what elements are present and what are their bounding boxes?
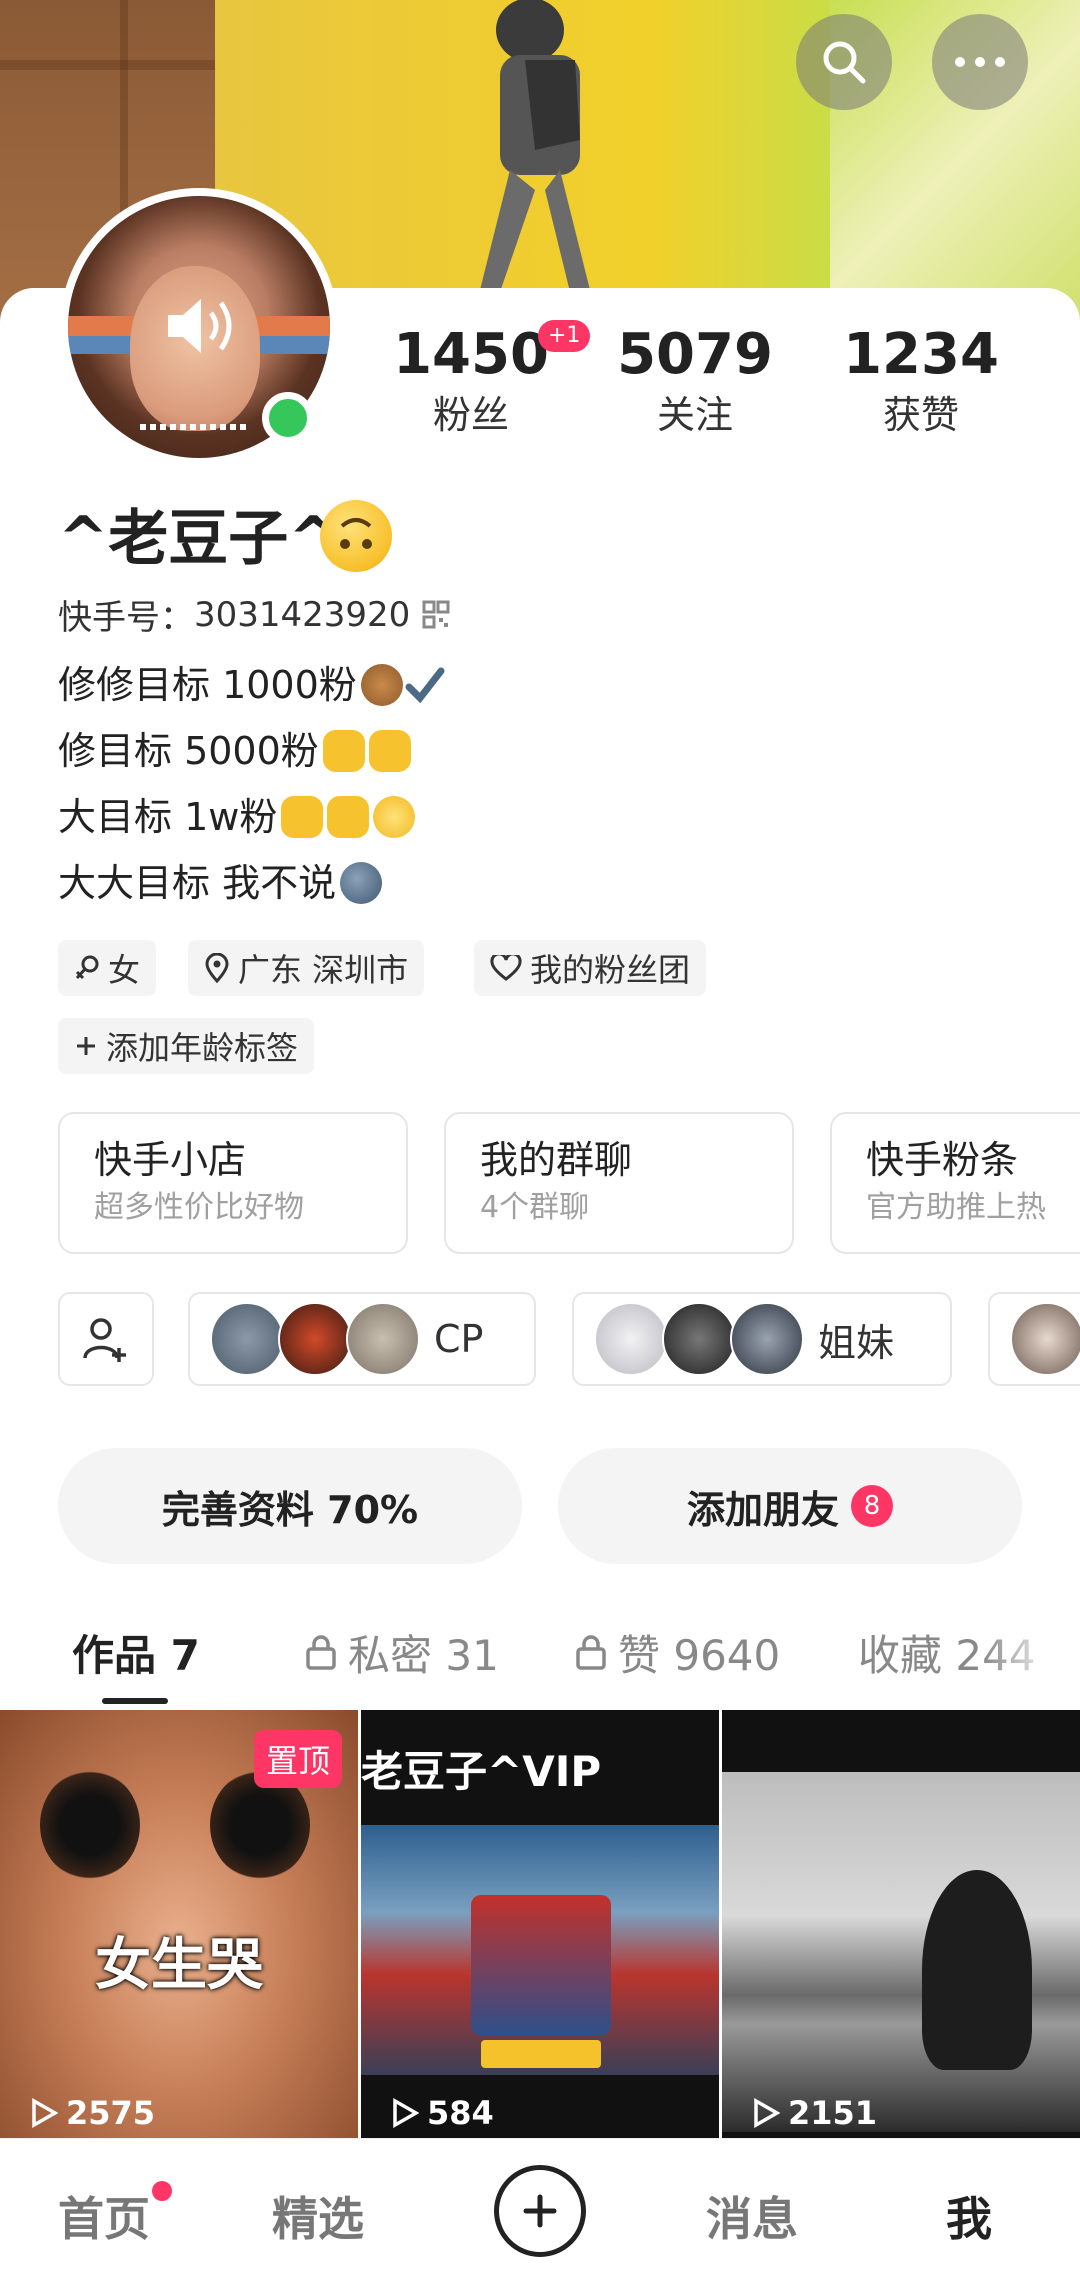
- group-label: 姐妹: [818, 1320, 895, 1365]
- add-friends-label: 添加朋友: [686, 1487, 839, 1532]
- add-friends-button[interactable]: 添加朋友 8: [558, 1448, 1022, 1564]
- nav-featured[interactable]: 精选: [272, 2183, 364, 2249]
- bio-line-2: 修目标 5000粉: [58, 726, 411, 776]
- add-age-label: 添加年龄标签: [106, 1029, 299, 1067]
- location-pin-icon: [205, 953, 229, 983]
- avatar: [662, 1302, 736, 1376]
- nav-home[interactable]: 首页: [58, 2183, 150, 2249]
- qr-code-icon[interactable]: [422, 600, 450, 630]
- new-moon-face-emoji: [340, 862, 383, 904]
- lock-icon: [306, 1635, 336, 1670]
- search-icon: [823, 41, 866, 84]
- likes-label: 获赞: [882, 393, 959, 437]
- following-label: 关注: [656, 393, 733, 437]
- location-label: 广东 深圳市: [238, 951, 409, 989]
- notification-dot: [152, 2181, 172, 2201]
- kuaishou-shop-card[interactable]: 快手小店 超多性价比好物: [58, 1112, 408, 1254]
- video-thumbnail[interactable]: 2151: [722, 1710, 1080, 2138]
- point-left-emoji: [368, 730, 411, 772]
- complete-profile-label: 完善资料 70%: [161, 1487, 419, 1532]
- gender-tag[interactable]: 女: [58, 940, 157, 996]
- nav-messages[interactable]: 消息: [706, 2183, 798, 2249]
- likes-count: 1234: [843, 322, 999, 387]
- group-label: CP: [434, 1317, 484, 1361]
- video-caption: 女生哭: [95, 1933, 263, 1998]
- create-button[interactable]: [494, 2165, 586, 2257]
- lock-icon: [576, 1635, 606, 1670]
- avatar: [346, 1302, 420, 1376]
- fan-group-tag[interactable]: 我的粉丝团: [474, 940, 707, 996]
- video-caption: 老豆子^VIP: [361, 1747, 602, 1796]
- bio-line-4: 大大目标 我不说: [58, 858, 383, 908]
- more-group[interactable]: [988, 1292, 1080, 1386]
- avatar: [278, 1302, 352, 1376]
- add-age-tag[interactable]: 添加年龄标签: [58, 1018, 315, 1074]
- play-icon: [32, 2098, 58, 2128]
- video-thumbnail[interactable]: 女生哭 置顶 2575: [0, 1710, 358, 2138]
- play-count: 2151: [752, 2094, 877, 2132]
- new-fans-badge: +1: [538, 320, 591, 352]
- kuaishou-id-label: 快手号：: [58, 598, 194, 638]
- complete-profile-button[interactable]: 完善资料 70%: [58, 1448, 522, 1564]
- sisters-group[interactable]: 姐妹: [572, 1292, 952, 1386]
- following-count: 5079: [617, 322, 773, 387]
- add-user-icon: [83, 1318, 126, 1362]
- bio-line-3: 大目标 1w粉: [58, 792, 416, 842]
- likes-stat[interactable]: 1234 获赞: [826, 320, 1016, 440]
- avatar: [1010, 1302, 1080, 1376]
- bottom-navigation: 首页 精选 消息 我: [0, 2138, 1080, 2284]
- monkey-emoji: [360, 664, 403, 706]
- search-button[interactable]: [796, 14, 892, 110]
- add-friend-button[interactable]: [58, 1292, 154, 1386]
- play-count: 2575: [30, 2094, 155, 2132]
- tab-private[interactable]: 私密 31: [304, 1622, 499, 1682]
- fans-label: 粉丝: [432, 393, 509, 437]
- kuaishou-id-row[interactable]: 快手号： 3031423920: [58, 590, 450, 639]
- point-right-emoji: [281, 796, 324, 838]
- more-dots-icon: [955, 57, 1005, 67]
- fan-group-label: 我的粉丝团: [530, 951, 691, 989]
- tab-liked[interactable]: 赞 9640: [574, 1622, 780, 1682]
- nickname[interactable]: ^老豆子^: [58, 490, 339, 577]
- following-stat[interactable]: 5079 关注: [600, 320, 790, 440]
- plus-icon: [77, 1037, 95, 1055]
- pinned-badge: 置顶: [253, 1730, 342, 1788]
- avatar: [730, 1302, 804, 1376]
- audio-wave: [140, 424, 250, 430]
- banner-illustration: [480, 0, 590, 292]
- speaker-icon: [168, 299, 232, 353]
- point-right-emoji: [322, 730, 365, 772]
- group-chat-card[interactable]: 我的群聊 4个群聊: [444, 1112, 794, 1254]
- tab-works[interactable]: 作品 7: [72, 1622, 200, 1682]
- gender-label: 女: [108, 951, 141, 989]
- play-icon: [393, 2098, 419, 2128]
- more-button[interactable]: [932, 14, 1028, 110]
- fans-count: 1450: [393, 322, 549, 387]
- kuaishou-id-value: 3031423920: [194, 594, 411, 635]
- zipper-mouth-emoji: [373, 796, 416, 838]
- avatar: [594, 1302, 668, 1376]
- play-count: 584: [391, 2094, 494, 2132]
- location-tag[interactable]: 广东 深圳市: [188, 940, 425, 996]
- bio-line-1: 修修目标 1000粉: [58, 660, 447, 710]
- promote-card[interactable]: 快手粉条 官方助推上热: [830, 1112, 1080, 1254]
- nav-me[interactable]: 我: [946, 2183, 992, 2249]
- active-tab-indicator: [102, 1698, 168, 1704]
- cp-group[interactable]: CP: [188, 1292, 536, 1386]
- add-friends-count-badge: 8: [851, 1485, 893, 1527]
- upside-down-face-emoji: [320, 500, 392, 572]
- avatar: [210, 1302, 284, 1376]
- online-status-dot: [262, 392, 314, 444]
- play-icon: [754, 2098, 780, 2128]
- video-thumbnail[interactable]: 老豆子^VIP 584: [361, 1710, 719, 2138]
- check-mark-emoji: [405, 667, 445, 704]
- point-left-emoji: [327, 796, 370, 838]
- tab-favorites[interactable]: 收藏 244: [858, 1622, 1036, 1682]
- plus-icon: [523, 2194, 557, 2228]
- heart-icon: [490, 955, 522, 981]
- female-icon: [75, 955, 99, 980]
